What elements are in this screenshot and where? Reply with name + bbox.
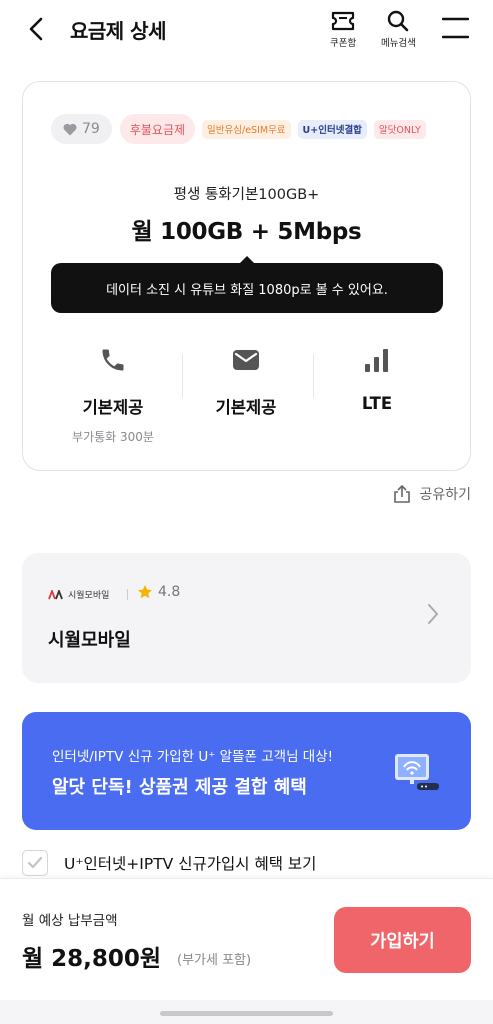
share-button[interactable]: 공유하기 — [392, 484, 471, 504]
back-button[interactable] — [28, 14, 52, 44]
payment-type-badge: 후불요금제 — [119, 114, 196, 144]
like-button[interactable]: 79 — [51, 114, 112, 144]
feature-message: 기본제공 — [181, 344, 311, 428]
feature-call: 기본제공 부가통화 300분 — [48, 344, 178, 445]
tag-exclusive: 알닷ONLY — [373, 119, 426, 139]
hamburger-icon — [441, 17, 470, 39]
carrier-rating: 4.8 — [137, 584, 180, 600]
plan-data-summary: 월 100GB + 5Mbps — [131, 219, 362, 245]
message-icon — [233, 350, 259, 370]
page-content: 79 후불요금제 일반유심/eSIM무료 U+인터넷결합 알닷ONLY 평생 통… — [0, 58, 493, 878]
vat-note: (부가세 포함) — [177, 953, 252, 968]
hamburger-menu-button[interactable] — [441, 17, 470, 39]
menu-search-label: 메뉴검색 — [381, 38, 416, 49]
share-label: 공유하기 — [419, 487, 471, 503]
carrier-card[interactable]: 시월모바일 4.8 시월모바일 — [22, 553, 471, 683]
banner-line1: 인터넷/IPTV 신규 가입한 U⁺ 알뜰폰 고객님 대상! — [52, 749, 334, 765]
plan-subtitle: 평생 통화기본100GB+ — [173, 187, 320, 203]
plan-tags: 79 후불요금제 일반유심/eSIM무료 U+인터넷결합 알닷ONLY — [51, 114, 426, 144]
price-label: 월 예상 납부금액 — [22, 913, 118, 929]
tooltip-text: 데이터 소진 시 유튜브 화질 1080p로 볼 수 있어요. — [106, 282, 388, 298]
join-button[interactable]: 가입하기 — [334, 907, 471, 973]
promo-banner[interactable]: 인터넷/IPTV 신규 가입한 U⁺ 알뜰폰 고객님 대상! 알닷 단독! 상품… — [22, 712, 471, 830]
network-value: LTE — [361, 394, 393, 413]
like-count: 79 — [82, 121, 100, 137]
menu-search-button[interactable]: 메뉴검색 — [381, 10, 416, 49]
message-value: 기본제공 — [215, 398, 277, 417]
rating-value: 4.8 — [158, 584, 181, 600]
search-icon — [388, 10, 409, 32]
phone-icon — [102, 349, 124, 371]
benefit-checkbox-row[interactable]: U⁺인터넷+IPTV 신규가입시 혜택 보기 — [22, 850, 316, 876]
plan-features: 기본제공 부가통화 300분 기본제공 LTE — [23, 344, 470, 444]
coupon-label: 쿠폰함 — [330, 38, 357, 49]
check-icon — [27, 856, 43, 869]
monthly-price: 월 28,800원 — [22, 946, 162, 972]
star-icon — [138, 585, 152, 599]
bottom-bar: 월 예상 납부금액 월 28,800원 (부가세 포함) 가입하기 — [0, 878, 493, 1000]
chevron-right-icon — [428, 604, 438, 624]
ticket-icon — [332, 11, 355, 31]
tag-usim: 일반유심/eSIM무료 — [202, 119, 291, 139]
tv-icon — [391, 752, 441, 796]
home-indicator — [160, 1011, 333, 1016]
benefit-checkbox[interactable] — [22, 850, 48, 876]
coupon-button[interactable]: 쿠폰함 — [330, 10, 356, 49]
benefit-checkbox-label: U⁺인터넷+IPTV 신규가입시 혜택 보기 — [64, 855, 317, 873]
data-tooltip: 데이터 소진 시 유튜브 화질 1080p로 볼 수 있어요. — [51, 256, 443, 313]
signal-icon — [365, 349, 388, 372]
banner-line2: 알닷 단독! 상품권 제공 결합 혜택 — [52, 777, 307, 798]
plan-card: 79 후불요금제 일반유심/eSIM무료 U+인터넷결합 알닷ONLY 평생 통… — [22, 81, 471, 471]
tag-internet-bundle: U+인터넷결합 — [297, 119, 367, 139]
heart-icon — [63, 123, 77, 135]
carrier-logo-icon — [48, 589, 63, 599]
chevron-left-icon — [29, 17, 43, 41]
carrier-logo: 시월모바일 — [48, 588, 109, 601]
carrier-name: 시월모바일 — [48, 630, 131, 651]
share-icon — [394, 484, 411, 503]
feature-network: LTE — [312, 344, 442, 423]
top-bar: 요금제 상세 쿠폰함 메뉴검색 — [0, 0, 493, 58]
page-title: 요금제 상세 — [70, 19, 166, 43]
call-value: 기본제공 — [82, 398, 144, 417]
call-note: 부가통화 300분 — [72, 430, 154, 444]
carrier-chevron — [427, 603, 439, 629]
